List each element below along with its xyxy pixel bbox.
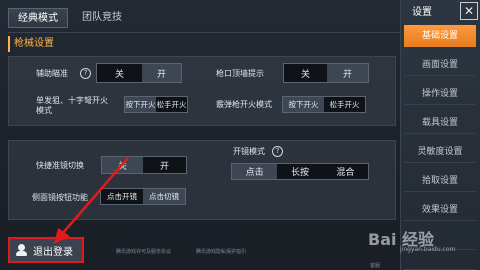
sidebar-item-vehicle[interactable]: 载具设置: [404, 112, 476, 134]
shotgun-fire-mode-label: 霰弹枪开火模式: [216, 100, 272, 109]
sidebar-item-more-2[interactable]: [404, 257, 476, 270]
scope-mode-mixed[interactable]: 混合: [322, 164, 368, 179]
close-button[interactable]: ✕: [460, 2, 478, 20]
sidebar-item-controls[interactable]: 操作设置: [404, 83, 476, 105]
single-fire-release[interactable]: 松手开火: [156, 97, 187, 112]
sidebar-item-pickup[interactable]: 拾取设置: [404, 170, 476, 192]
user-icon: [16, 244, 27, 256]
scope-mode-tap[interactable]: 点击: [232, 164, 278, 179]
single-fire-mode-toggle: 按下开火 松手开火: [124, 96, 188, 113]
footer-link-support[interactable]: 客服: [370, 262, 380, 269]
aim-assist-label: 辅助瞄准: [36, 69, 68, 78]
side-scope-button-label: 侧面镜按钮功能: [32, 193, 88, 202]
aim-assist-toggle: 关 开: [96, 63, 182, 83]
logout-button[interactable]: 退出登录: [8, 237, 84, 263]
peek-fire-on[interactable]: 开: [326, 64, 368, 82]
quick-scope-off[interactable]: 关: [102, 157, 144, 173]
shotgun-fire-release[interactable]: 松手开火: [324, 97, 365, 112]
shotgun-fire-press[interactable]: 按下开火: [283, 97, 324, 112]
tab-team-deathmatch[interactable]: 团队竞技: [72, 8, 132, 28]
peek-fire-label: 枪口顶墙提示: [216, 69, 264, 78]
scope-settings-panel: [8, 140, 396, 220]
section-title: 枪械设置: [8, 36, 128, 52]
sidebar-title: 设置: [412, 7, 432, 18]
help-icon[interactable]: ?: [80, 68, 91, 79]
sidebar-item-basic[interactable]: 基础设置: [404, 25, 476, 47]
mode-tabs: 经典模式 团队竞技: [0, 0, 400, 32]
tab-classic-mode[interactable]: 经典模式: [8, 8, 68, 28]
peek-fire-toggle: 关 开: [283, 63, 369, 83]
quick-scope-switch-label: 快捷准镜切换: [36, 161, 84, 170]
single-fire-press[interactable]: 按下开火: [125, 97, 156, 112]
scope-mode-toggle: 点击 长按 混合: [231, 163, 369, 180]
single-fire-mode-label: 单发狙、十字弩开火模式: [36, 96, 108, 115]
shotgun-fire-mode-toggle: 按下开火 松手开火: [282, 96, 366, 113]
aim-assist-off[interactable]: 关: [97, 64, 142, 82]
quick-scope-on[interactable]: 开: [143, 157, 186, 173]
scope-mode-hold[interactable]: 长按: [277, 164, 323, 179]
side-scope-button-toggle: 点击开镜 点击切镜: [100, 188, 186, 205]
sidebar-item-sensitivity[interactable]: 灵敏度设置: [404, 141, 476, 163]
tabs-divider: [8, 32, 400, 33]
footer-link-license[interactable]: 腾讯游戏许可及服务协议: [116, 248, 171, 255]
aim-assist-on[interactable]: 开: [141, 64, 181, 82]
scope-mode-label: 开镜模式: [233, 147, 265, 156]
sidebar-item-graphics[interactable]: 画面设置: [404, 54, 476, 76]
logout-label: 退出登录: [33, 246, 73, 258]
quick-scope-switch-toggle: 关 开: [101, 156, 187, 174]
footer-link-privacy[interactable]: 腾讯游戏隐私保护指引: [196, 248, 246, 255]
side-scope-switch[interactable]: 点击切镜: [143, 189, 185, 204]
help-icon[interactable]: ?: [272, 146, 283, 157]
watermark-subtitle: jingyan.baidu.com: [400, 246, 456, 253]
side-scope-open[interactable]: 点击开镜: [101, 189, 143, 204]
peek-fire-off[interactable]: 关: [284, 64, 327, 82]
sidebar-item-effects[interactable]: 效果设置: [404, 199, 476, 221]
